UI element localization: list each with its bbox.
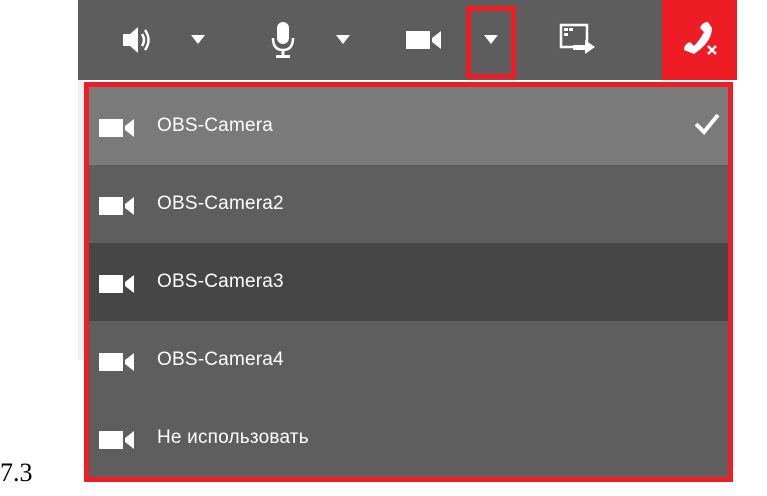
- call-toolbar: [78, 0, 737, 80]
- camera-icon: [406, 31, 441, 49]
- camera-icon: [99, 353, 134, 371]
- menu-item-obs-camera4[interactable]: OBS-Camera4: [89, 321, 728, 399]
- menu-item-do-not-use[interactable]: Не использовать: [89, 399, 728, 477]
- menu-item-label: OBS-Camera3: [157, 271, 284, 292]
- menu-item-label: OBS-Camera: [157, 115, 274, 136]
- menu-item-obs-camera[interactable]: OBS-Camera: [89, 87, 728, 165]
- menu-item-label: Не использовать: [157, 427, 309, 448]
- hangup-button[interactable]: [662, 0, 737, 80]
- camera-icon: [99, 275, 134, 293]
- camera-select-menu: OBS-Camera OBS-Camera2 OBS-Camera3 OBS-C…: [84, 82, 733, 482]
- speaker-button[interactable]: [120, 0, 156, 80]
- microphone-dropdown-button[interactable]: [333, 0, 353, 80]
- camera-icon: [99, 119, 134, 137]
- menu-item-label: OBS-Camera2: [157, 193, 284, 214]
- camera-dropdown-highlight: [466, 6, 516, 79]
- camera-button[interactable]: [406, 0, 442, 80]
- camera-icon: [99, 431, 134, 449]
- microphone-button[interactable]: [268, 0, 298, 80]
- figure-caption: 7.3: [0, 458, 33, 487]
- chevron-down-icon: [336, 35, 350, 44]
- speaker-icon: [123, 27, 150, 53]
- microphone-icon: [271, 22, 295, 58]
- screen-share-icon: [559, 23, 595, 54]
- checkmark-icon: [694, 113, 720, 135]
- camera-icon: [99, 197, 134, 215]
- chevron-down-icon: [191, 35, 205, 44]
- menu-item-obs-camera3[interactable]: OBS-Camera3: [89, 243, 728, 321]
- menu-item-label: OBS-Camera4: [157, 349, 284, 370]
- screen-share-button[interactable]: [558, 0, 598, 80]
- menu-item-obs-camera2[interactable]: OBS-Camera2: [89, 165, 728, 243]
- speaker-dropdown-button[interactable]: [188, 0, 208, 80]
- hangup-icon: [683, 22, 717, 55]
